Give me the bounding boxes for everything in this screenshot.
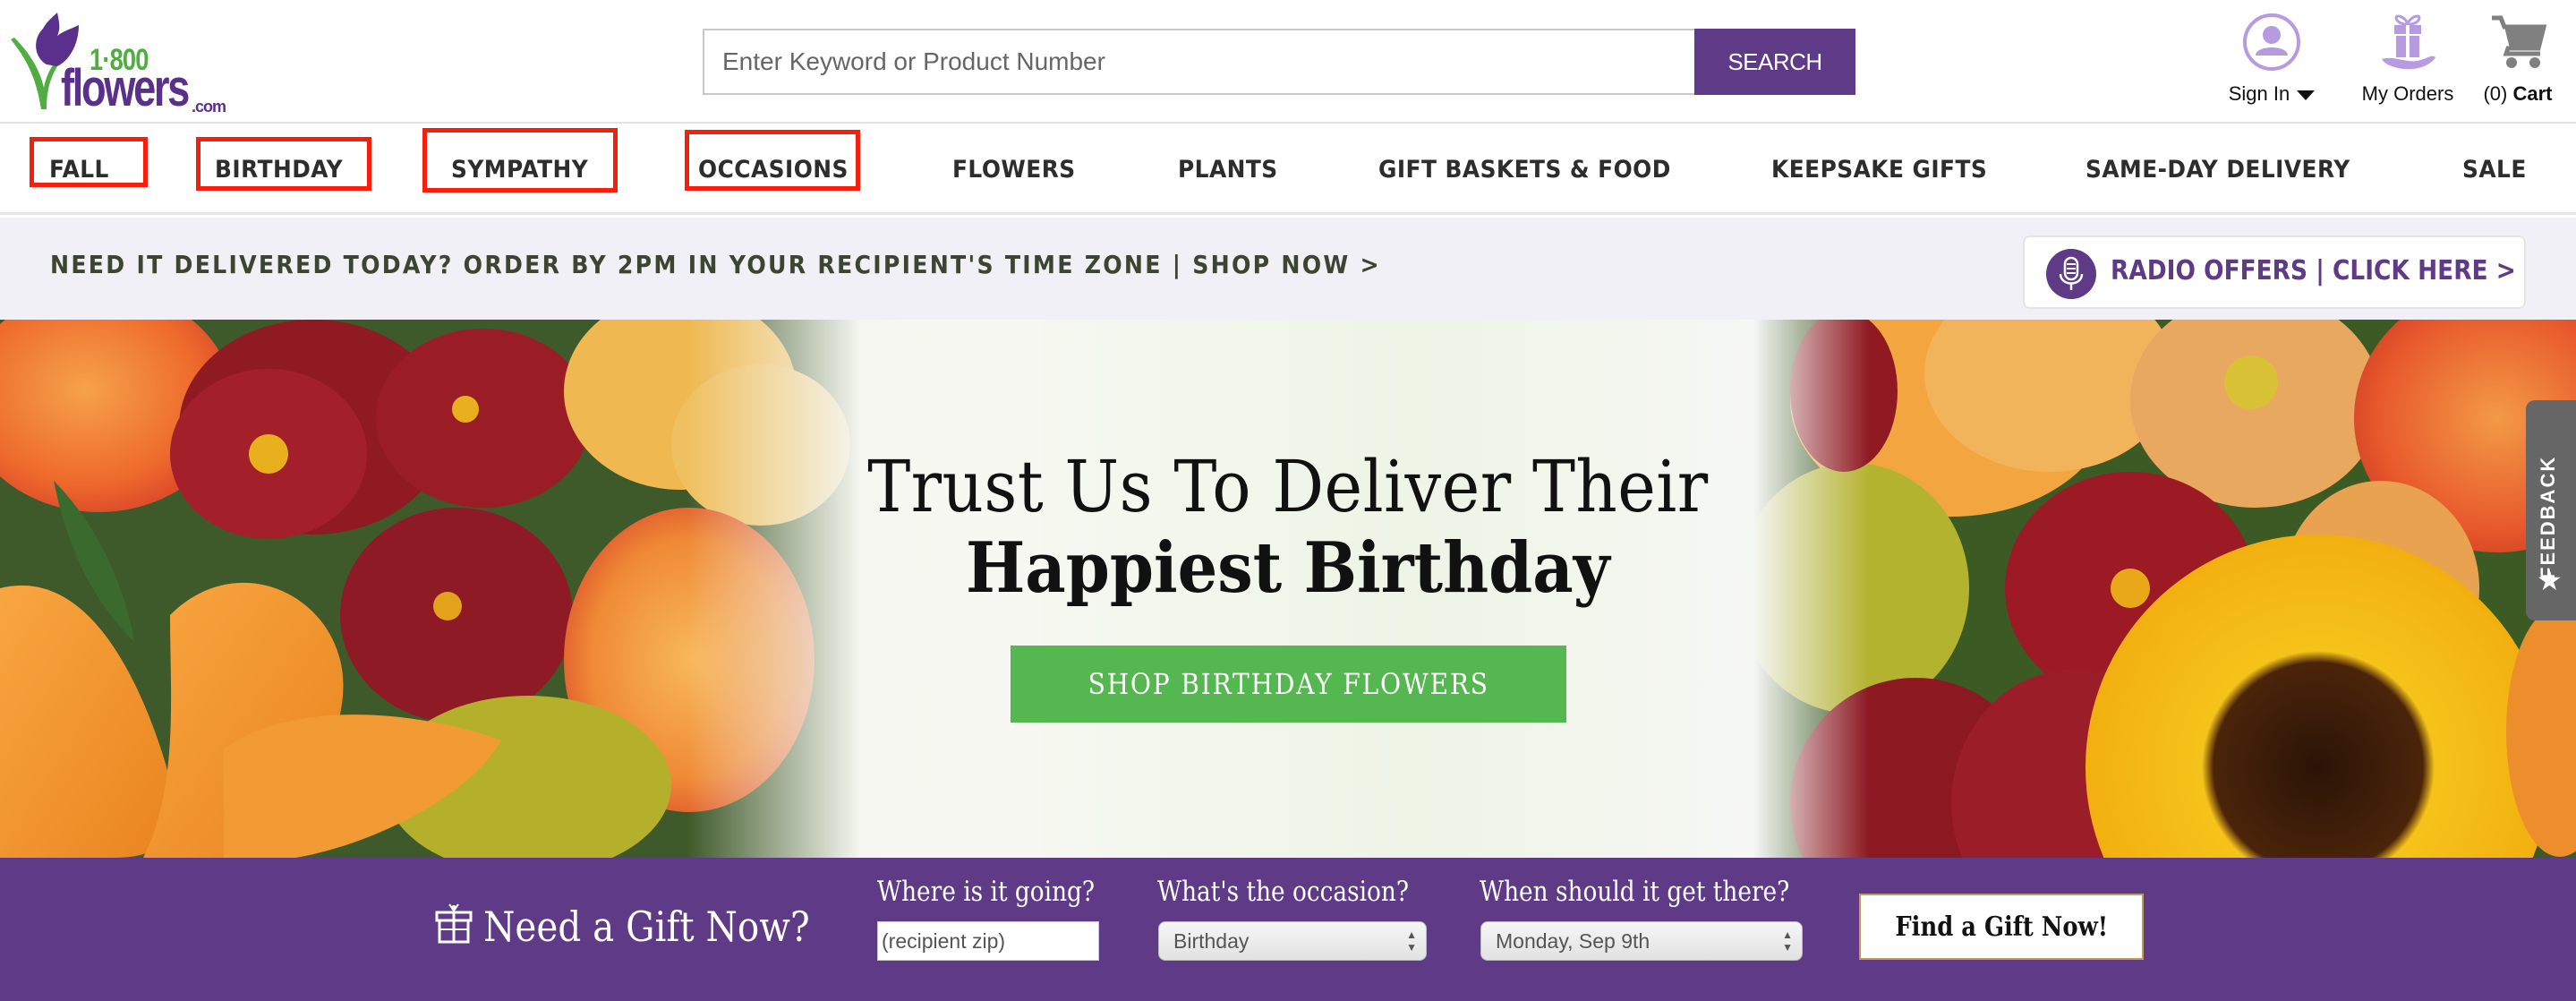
find-gift-label: Find a Gift Now! — [1895, 911, 2108, 943]
shop-birthday-flowers-button[interactable]: SHOP BIRTHDAY FLOWERS — [1011, 646, 1566, 723]
select-arrows-icon: ▲ ▼ — [1782, 928, 1793, 954]
hero-title-line1: Trust Us To Deliver Their — [867, 445, 1709, 528]
my-orders-button[interactable]: My Orders — [2336, 13, 2479, 106]
cart-button[interactable]: (0) Cart — [2460, 13, 2576, 106]
gift-box-icon — [435, 903, 473, 944]
main-nav: FALL BIRTHDAY SYMPATHY OCCASIONS FLOWERS… — [0, 125, 2576, 215]
search-bar: SEARCH — [703, 29, 1857, 95]
radio-offers-button[interactable]: RADIO OFFERS | CLICK HERE > — [2023, 235, 2526, 309]
delivery-date-selected-value: Monday, Sep 9th — [1496, 929, 1651, 953]
delivery-date-label: When should it get there? — [1480, 876, 1790, 908]
user-circle-icon — [2243, 13, 2300, 71]
same-day-promo-link[interactable]: NEED IT DELIVERED TODAY? ORDER BY 2PM IN… — [50, 250, 1381, 279]
nav-item-sale[interactable]: SALE — [2462, 125, 2527, 215]
site-header: 1·800 flowers .com SEARCH Sign In My Ord… — [0, 0, 2576, 124]
occasion-selected-value: Birthday — [1173, 929, 1250, 953]
nav-item-same-day-delivery[interactable]: SAME-DAY DELIVERY — [2086, 125, 2350, 215]
search-input[interactable] — [703, 29, 1698, 95]
chevron-down-icon — [2297, 90, 2316, 100]
select-arrows-icon: ▲ ▼ — [1406, 928, 1417, 954]
cart-label: Cart — [2512, 82, 2553, 105]
star-icon: ★ — [2537, 564, 2563, 596]
shopping-cart-icon — [2492, 15, 2547, 68]
promo-banner: NEED IT DELIVERED TODAY? ORDER BY 2PM IN… — [0, 218, 2576, 320]
highlight-box-occasions — [685, 130, 860, 191]
sign-in-label: Sign In — [2228, 82, 2290, 105]
highlight-box-birthday — [196, 137, 371, 191]
gift-finder-bar: Need a Gift Now? Where is it going? What… — [0, 858, 2576, 1001]
occasion-label: What's the occasion? — [1157, 876, 1410, 908]
logo-tld: .com — [192, 98, 226, 116]
hero-banner[interactable]: Trust Us To Deliver Their Happiest Birth… — [0, 320, 2576, 858]
occasion-select[interactable]: Birthday ▲ ▼ — [1158, 921, 1427, 961]
recipient-zip-input[interactable] — [877, 921, 1099, 961]
logo-name: flowers — [61, 59, 190, 117]
delivery-date-select[interactable]: Monday, Sep 9th ▲ ▼ — [1480, 921, 1803, 961]
microphone-icon — [2046, 249, 2096, 299]
zip-label: Where is it going? — [877, 876, 1096, 908]
feedback-label: FEEDBACK — [2537, 455, 2559, 579]
hero-title-line2: Happiest Birthday — [966, 527, 1610, 609]
highlight-box-sympathy — [422, 128, 618, 192]
shop-birthday-flowers-label: SHOP BIRTHDAY FLOWERS — [1088, 667, 1489, 701]
feedback-tab[interactable]: FEEDBACK ★ — [2526, 400, 2576, 620]
site-logo[interactable]: 1·800 flowers .com — [7, 13, 231, 117]
gift-in-hand-icon — [2382, 14, 2435, 70]
search-button[interactable]: SEARCH — [1694, 29, 1855, 95]
highlight-box-fall — [30, 137, 148, 187]
nav-item-keepsake-gifts[interactable]: KEEPSAKE GIFTS — [1771, 125, 1987, 215]
nav-item-plants[interactable]: PLANTS — [1178, 125, 1278, 215]
radio-offers-label: RADIO OFFERS | CLICK HERE > — [2111, 255, 2516, 287]
my-orders-label: My Orders — [2361, 82, 2454, 105]
find-gift-button[interactable]: Find a Gift Now! — [1859, 894, 2144, 960]
gift-finder-title: Need a Gift Now? — [483, 903, 810, 951]
nav-item-flowers[interactable]: FLOWERS — [952, 125, 1076, 215]
sign-in-button[interactable]: Sign In — [2200, 13, 2343, 106]
cart-count: (0) — [2483, 82, 2508, 105]
nav-item-gift-baskets-food[interactable]: GIFT BASKETS & FOOD — [1378, 125, 1671, 215]
